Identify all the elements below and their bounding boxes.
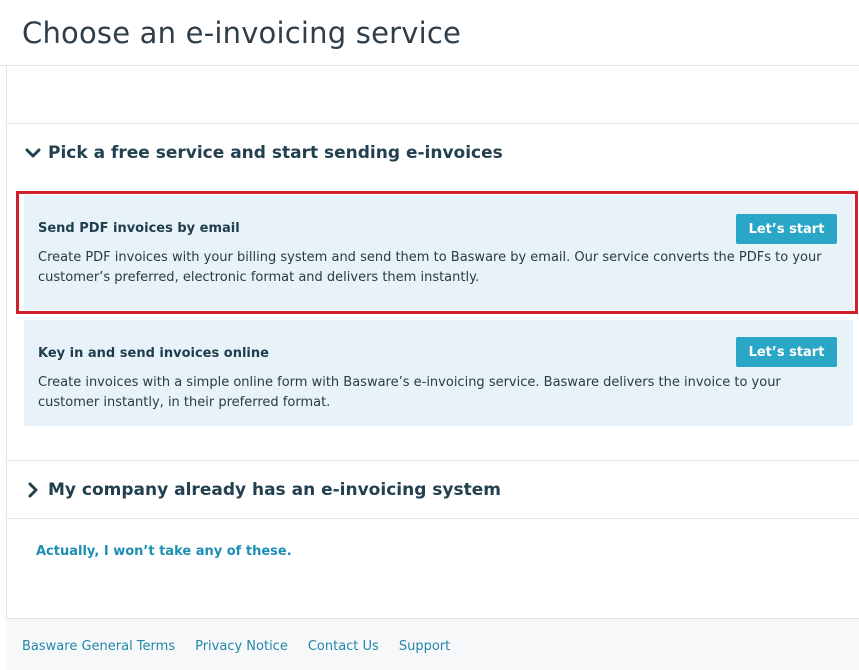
section-divider — [6, 460, 859, 461]
option-description: Create invoices with a simple online for… — [38, 375, 781, 410]
highlight-frame — [16, 191, 858, 314]
lets-start-button[interactable]: Let’s start — [736, 337, 837, 367]
footer-links: Basware General Terms Privacy Notice Con… — [22, 639, 450, 654]
chevron-right-icon — [24, 481, 42, 499]
section-divider — [6, 123, 859, 124]
page-header: Choose an e-invoicing service — [0, 0, 859, 66]
section-toggle-existing-system[interactable]: My company already has an e-invoicing sy… — [24, 480, 501, 500]
section-label: Pick a free service and start sending e-… — [48, 143, 503, 163]
footer-link-contact-us[interactable]: Contact Us — [308, 639, 379, 654]
footer-link-general-terms[interactable]: Basware General Terms — [22, 639, 175, 654]
option-title: Key in and send invoices online — [38, 346, 269, 361]
chevron-down-icon — [24, 144, 42, 162]
footer-link-privacy-notice[interactable]: Privacy Notice — [195, 639, 288, 654]
footer: Basware General Terms Privacy Notice Con… — [6, 618, 859, 670]
section-toggle-free-service[interactable]: Pick a free service and start sending e-… — [24, 143, 503, 163]
decline-link[interactable]: Actually, I won’t take any of these. — [36, 544, 292, 559]
page-title: Choose an e-invoicing service — [22, 16, 462, 50]
content-left-border — [6, 66, 7, 618]
footer-link-support[interactable]: Support — [399, 639, 450, 654]
section-divider — [6, 518, 859, 519]
option-card-online: Key in and send invoices online Let’s st… — [24, 320, 853, 426]
section-label: My company already has an e-invoicing sy… — [48, 480, 501, 500]
